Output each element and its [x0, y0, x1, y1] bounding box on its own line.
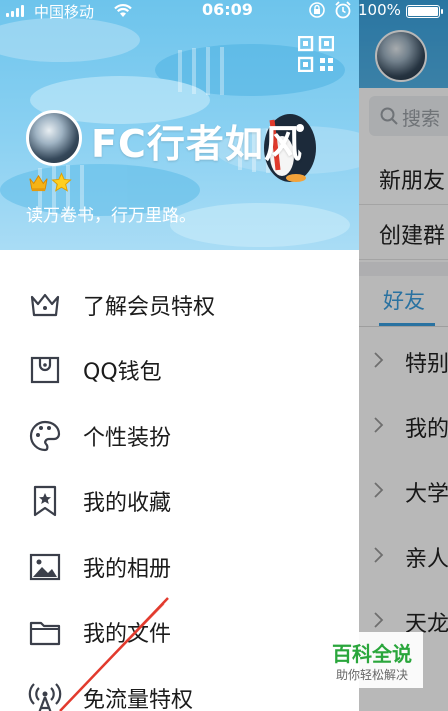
battery-icon [406, 5, 443, 18]
battery-percent: 100% [358, 1, 401, 19]
carrier-label: 中国移动 [34, 3, 95, 21]
drawer-menu: 了解会员特权 QQ钱包 个性装扮 我的收藏 我的相册 我的文件 免流量特权 [0, 272, 359, 711]
menu-label: 个性装扮 [83, 425, 172, 451]
side-drawer: FC行者如风 读万卷书，行万里路。 了解会员特权 QQ钱包 个性装扮 我的收藏 … [0, 0, 359, 711]
rotation-lock-icon [308, 1, 326, 23]
menu-label: 我的文件 [83, 622, 172, 648]
vip-badges[interactable] [28, 172, 72, 193]
menu-item-album[interactable]: 我的相册 [0, 534, 359, 600]
menu-item-free-data[interactable]: 免流量特权 [0, 665, 359, 711]
antenna-icon [28, 682, 62, 711]
profile-header: FC行者如风 读万卷书，行万里路。 [0, 0, 359, 250]
clock: 06:09 [202, 0, 253, 19]
menu-item-vip-privileges[interactable]: 了解会员特权 [0, 272, 359, 338]
avatar[interactable] [26, 110, 82, 166]
contacts-panel-background: 搜索 新朋友 创建群 好友 特别 我的 大学 亲人 天龙 [359, 0, 448, 711]
qr-code-icon[interactable] [298, 36, 334, 72]
watermark: 百科全说 助你轻松解决 [321, 632, 423, 688]
bookmark-star-icon [33, 486, 57, 517]
menu-label: 我的收藏 [83, 491, 172, 517]
menu-item-qq-wallet[interactable]: QQ钱包 [0, 338, 359, 404]
profile-signature: 读万卷书，行万里路。 [26, 206, 196, 226]
palette-icon [29, 420, 61, 451]
star-badge-icon [51, 172, 72, 192]
watermark-title: 百科全说 [332, 642, 412, 666]
menu-label: QQ钱包 [83, 360, 162, 386]
dim-overlay[interactable] [359, 0, 448, 711]
photo-icon [29, 553, 61, 580]
wallet-icon [30, 357, 60, 384]
alarm-icon [334, 0, 352, 24]
menu-label: 我的相册 [83, 556, 172, 582]
watermark-subtitle: 助你轻松解决 [335, 668, 408, 682]
menu-item-favorites[interactable]: 我的收藏 [0, 469, 359, 535]
crown-badge-icon [29, 174, 48, 192]
profile-nickname[interactable]: FC行者如风 [91, 113, 303, 168]
menu-item-personalize[interactable]: 个性装扮 [0, 403, 359, 469]
folder-icon [29, 622, 61, 646]
menu-label: 免流量特权 [83, 687, 194, 711]
crown-icon [30, 293, 60, 316]
signal-icon [6, 4, 24, 17]
menu-item-files[interactable]: 我的文件 [0, 600, 359, 666]
menu-label: 了解会员特权 [83, 294, 216, 320]
wifi-icon [112, 1, 134, 23]
status-bar: 中国移动 06:09 100% [0, 0, 448, 22]
